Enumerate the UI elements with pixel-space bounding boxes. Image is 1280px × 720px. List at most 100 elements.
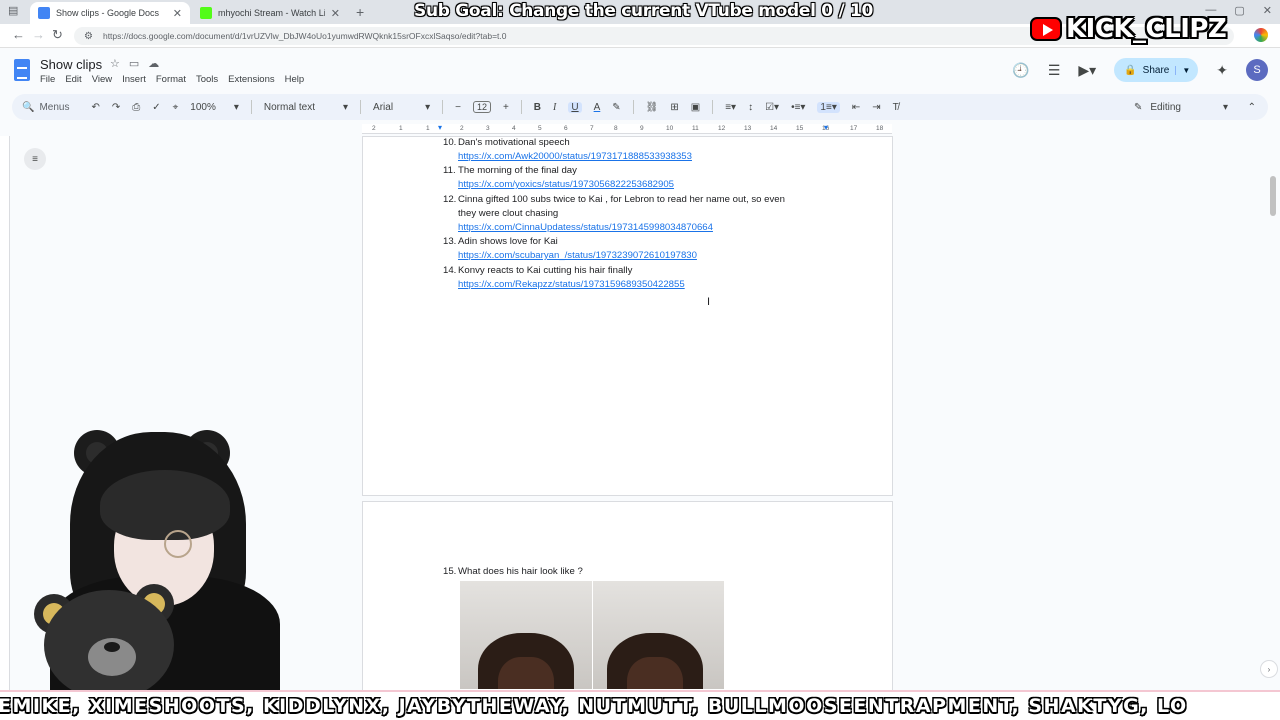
editing-mode-select[interactable]: ✎ Editing ▾ [1134, 102, 1228, 113]
search-menus-label: Menus [39, 101, 70, 113]
ruler-label: 14 [770, 125, 778, 132]
reload-icon[interactable]: ↻ [52, 27, 63, 43]
menu-format[interactable]: Format [156, 74, 186, 85]
search-menus[interactable]: 🔍 Menus [22, 102, 69, 113]
comment-icon[interactable]: ⊞ [670, 102, 678, 113]
new-tab-icon[interactable]: + [356, 4, 364, 20]
redo-icon[interactable]: ↷ [112, 102, 120, 113]
paint-format-icon[interactable]: ⌖ [173, 102, 179, 113]
site-info-icon[interactable]: ⚙ [84, 31, 93, 42]
link-icon[interactable]: ⛓ [646, 102, 659, 113]
indent-marker-icon[interactable]: ▾ [438, 123, 442, 132]
list-item-text: Dan's motivational speech [458, 137, 570, 148]
decrease-indent-icon[interactable]: ⇤ [852, 102, 860, 113]
comments-icon[interactable]: ☰ [1048, 62, 1061, 79]
print-icon[interactable]: ⎙ [132, 102, 140, 113]
decrease-font-icon[interactable]: − [455, 102, 461, 113]
italic-icon[interactable]: I [553, 102, 556, 113]
list-item-text: The morning of the final day [458, 165, 577, 176]
list-item-link[interactable]: https://x.com/Awk20000/status/1973171888… [458, 150, 692, 164]
bold-icon[interactable]: B [534, 102, 541, 113]
gemini-icon[interactable]: ✦ [1216, 62, 1228, 79]
tab-search-icon[interactable]: ▤ [8, 4, 18, 17]
browser-tab-docs[interactable]: Show clips - Google Docs ✕ [30, 2, 190, 24]
list-item[interactable]: 10. Dan's motivational speech https://x.… [443, 136, 692, 164]
docs-header: Show clips ☆ ▭ ☁ File Edit View Insert F… [0, 48, 1280, 92]
list-item-link[interactable]: https://x.com/CinnaUpdatess/status/19731… [458, 221, 785, 235]
zoom-select[interactable]: 100% ▾ [190, 102, 239, 113]
list-number: 11. [443, 165, 456, 176]
document-outline-icon[interactable]: ≡ [24, 148, 46, 170]
image-icon[interactable]: ▣ [691, 102, 700, 113]
account-avatar[interactable]: S [1246, 59, 1268, 81]
meet-icon[interactable]: ▶▾ [1078, 62, 1096, 79]
explore-icon[interactable]: › [1260, 660, 1278, 678]
align-icon[interactable]: ≡▾ [725, 102, 736, 113]
menu-view[interactable]: View [92, 74, 112, 85]
chrome-extension-icon[interactable] [1254, 28, 1268, 42]
list-number: 10. [443, 137, 457, 148]
share-dropdown-icon[interactable]: ▼ [1175, 65, 1190, 75]
close-window-icon[interactable]: ✕ [1263, 4, 1272, 17]
list-item[interactable]: 13. Adin shows love for Kai https://x.co… [443, 235, 697, 263]
clear-formatting-icon[interactable]: T̸ [893, 102, 899, 113]
menu-extensions[interactable]: Extensions [228, 74, 274, 85]
browser-tab-kick[interactable]: mhyochi Stream - Watch Live on K ✕ [192, 2, 348, 24]
list-item[interactable]: 14. Konvy reacts to Kai cutting his hair… [443, 264, 685, 292]
menu-help[interactable]: Help [285, 74, 305, 85]
right-indent-marker-icon[interactable]: ▾ [824, 123, 828, 132]
forward-icon[interactable]: → [32, 27, 45, 42]
ruler-label: 2 [372, 125, 376, 132]
underline-icon[interactable]: U [568, 101, 582, 113]
ruler-label: 13 [744, 125, 752, 132]
increase-indent-icon[interactable]: ⇥ [872, 102, 880, 113]
docs-logo-icon[interactable] [14, 59, 30, 81]
chevron-down-icon: ▾ [425, 101, 431, 113]
embedded-photo[interactable] [460, 581, 725, 689]
list-item-link[interactable]: https://x.com/yoxics/status/197305682225… [458, 178, 674, 192]
close-tab-icon[interactable]: ✕ [173, 7, 182, 20]
line-spacing-icon[interactable]: ↕ [748, 102, 753, 113]
vertical-scrollbar[interactable] [1270, 176, 1276, 216]
maximize-icon[interactable]: ▢ [1234, 4, 1244, 17]
text-color-icon[interactable]: A [594, 102, 601, 113]
list-item[interactable]: 15. What does his hair look like ? [443, 565, 583, 579]
title-actions: ☆ ▭ ☁ [110, 57, 159, 70]
ruler-label: 11 [692, 125, 699, 132]
document-title[interactable]: Show clips [40, 57, 102, 72]
ruler-label: 1 [426, 125, 430, 132]
list-item-link[interactable]: https://x.com/scubaryan_/status/19732390… [458, 249, 697, 263]
list-item-link[interactable]: https://x.com/Rekapzz/status/19731596893… [458, 278, 685, 292]
undo-icon[interactable]: ↶ [91, 102, 99, 113]
kick-favicon-icon [200, 7, 212, 19]
bulleted-list-icon[interactable]: •≡▾ [791, 102, 805, 113]
checklist-icon[interactable]: ☑▾ [765, 102, 779, 113]
star-icon[interactable]: ☆ [110, 57, 120, 70]
ruler-label: 1 [399, 125, 403, 132]
menu-tools[interactable]: Tools [196, 74, 218, 85]
font-size-input[interactable]: 12 [472, 101, 491, 113]
highlight-icon[interactable]: ✎ [612, 102, 620, 113]
menu-file[interactable]: File [40, 74, 55, 85]
hide-menus-icon[interactable]: ⌃ [1248, 102, 1256, 113]
list-item[interactable]: 11. The morning of the final day https:/… [443, 164, 674, 192]
share-button[interactable]: 🔒 Share ▼ [1114, 58, 1199, 82]
font-select[interactable]: Arial ▾ [373, 102, 430, 113]
style-select[interactable]: Normal text ▾ [264, 102, 348, 113]
close-tab-icon[interactable]: ✕ [331, 7, 340, 20]
menu-insert[interactable]: Insert [122, 74, 146, 85]
youtube-icon [1030, 17, 1062, 41]
list-item[interactable]: 12. Cinna gifted 100 subs twice to Kai ,… [443, 193, 785, 235]
version-history-icon[interactable]: 🕘 [1012, 62, 1029, 79]
horizontal-ruler[interactable]: 2 1 1 2 3 4 5 6 7 8 9 10 11 12 13 14 15 … [362, 123, 892, 134]
move-folder-icon[interactable]: ▭ [129, 57, 139, 70]
increase-font-icon[interactable]: + [503, 102, 509, 113]
ruler-label: 17 [850, 125, 858, 132]
menu-edit[interactable]: Edit [65, 74, 81, 85]
numbered-list-icon[interactable]: 1≡▾ [817, 101, 840, 113]
vertical-ruler[interactable] [0, 136, 10, 696]
back-icon[interactable]: ← [12, 27, 25, 42]
cloud-status-icon[interactable]: ☁ [148, 57, 159, 70]
ruler-label: 6 [564, 125, 568, 132]
spellcheck-icon[interactable]: ✓ [152, 102, 160, 113]
